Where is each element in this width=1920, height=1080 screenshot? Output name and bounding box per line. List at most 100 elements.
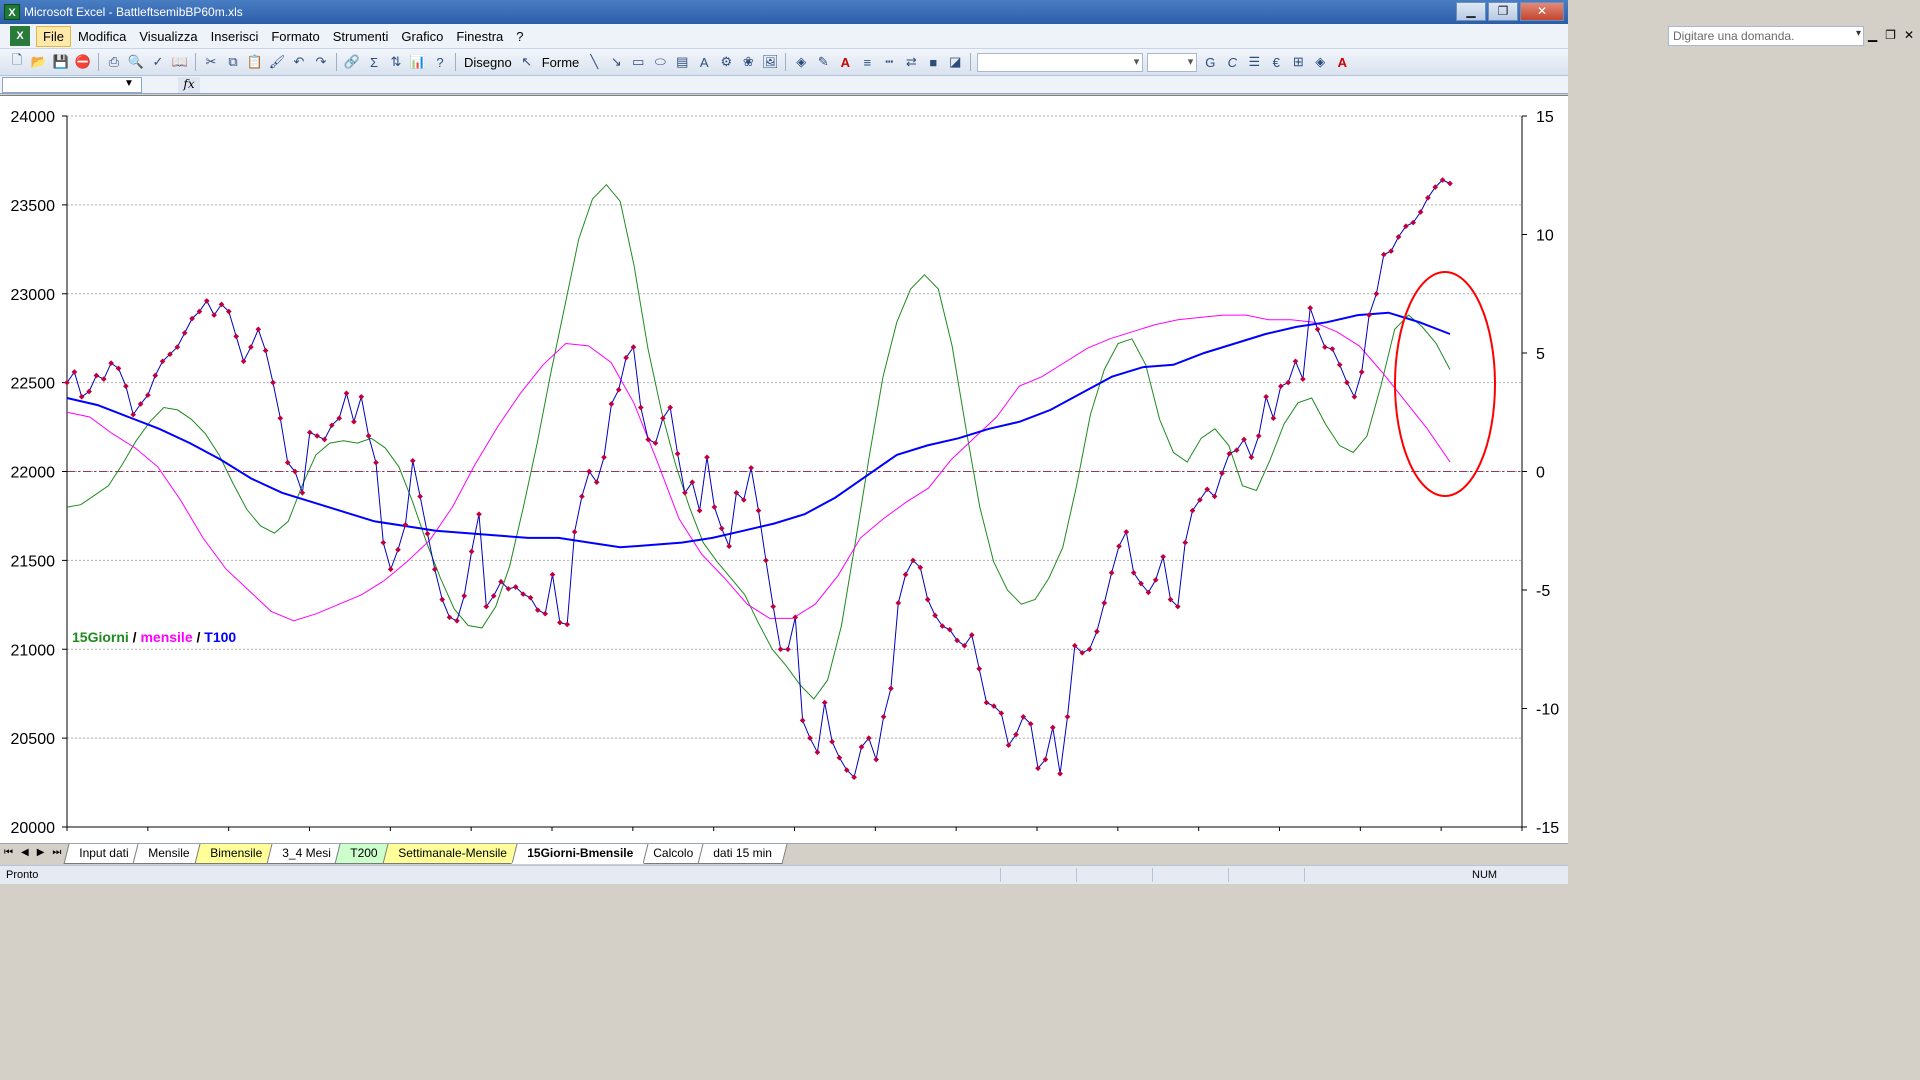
italic-button[interactable]: C	[1222, 52, 1242, 72]
sheet-tab-dati-15-min[interactable]: dati 15 min	[697, 844, 787, 864]
open-icon[interactable]: 📂	[29, 52, 49, 72]
oval-icon[interactable]: ⬭	[650, 52, 670, 72]
sheet-tab-label: 15Giorni-Bmensile	[526, 846, 633, 860]
line-color-icon[interactable]: ✎	[813, 52, 833, 72]
status-cell	[1304, 868, 1380, 882]
window-title: Microsoft Excel - BattleftsemibBP60m.xls	[24, 5, 243, 19]
left-tick-label: 21000	[11, 642, 56, 659]
chart-legend: 15Giorni / mensile / T100	[72, 629, 236, 645]
paste-icon[interactable]: 📋	[245, 52, 265, 72]
menu-visualizza[interactable]: Visualizza	[133, 27, 203, 46]
dash-style-icon[interactable]: ┅	[879, 52, 899, 72]
arrow-icon[interactable]: ↘	[606, 52, 626, 72]
price-point	[637, 404, 644, 411]
font-size-combo[interactable]	[1147, 52, 1198, 72]
price-point	[1086, 646, 1093, 653]
clipart-icon[interactable]: ❀	[738, 52, 758, 72]
hyperlink-icon[interactable]: 🔗	[342, 52, 362, 72]
menu-formato[interactable]: Formato	[265, 27, 325, 46]
left-tick-label: 22500	[11, 376, 56, 393]
minimize-icon[interactable]: ▁	[1456, 2, 1486, 21]
price-point	[1329, 346, 1336, 352]
undo-icon[interactable]: ↶	[289, 52, 309, 72]
workbook-icon[interactable]: X	[10, 26, 30, 46]
price-point	[696, 507, 703, 514]
name-box[interactable]	[2, 77, 142, 93]
picture-icon[interactable]: 🖼	[760, 52, 780, 72]
fill-color-2-icon[interactable]: ◈	[1310, 52, 1330, 72]
doc-restore-icon[interactable]: ❐	[1885, 28, 1896, 42]
spelling-icon[interactable]: ✓	[148, 52, 168, 72]
bold-button[interactable]: G	[1200, 52, 1220, 72]
print-icon[interactable]: ⎙	[104, 52, 124, 72]
price-point	[748, 465, 754, 471]
menu-strumenti[interactable]: Strumenti	[327, 27, 395, 46]
redo-icon[interactable]: ↷	[311, 52, 331, 72]
line-icon[interactable]: ╲	[584, 52, 604, 72]
chart[interactable]: 20000 20500 21000 21500 22000 22500 23000 23500…	[0, 96, 1568, 844]
font-name-combo[interactable]	[977, 52, 1144, 72]
price-point	[630, 344, 637, 350]
menu-finestra[interactable]: Finestra	[450, 27, 509, 46]
price-point	[152, 372, 159, 379]
chevron-down-icon[interactable]: ▾	[1856, 28, 1861, 39]
rectangle-icon[interactable]: ▭	[628, 52, 648, 72]
borders-icon[interactable]: ⊞	[1288, 52, 1308, 72]
insert-function-button[interactable]: fx	[178, 77, 200, 93]
permission-icon[interactable]: ⛔	[73, 52, 93, 72]
sheet-tab-settimanale-mensile[interactable]: Settimanale-Mensile	[382, 844, 523, 864]
chevron-down-icon[interactable]: ▼	[124, 78, 134, 89]
next-sheet-icon[interactable]: ▶	[37, 847, 45, 858]
sheet-tab-15giorni-bmensile[interactable]: 15Giorni-Bmensile	[511, 844, 649, 864]
left-tick-label: 21500	[11, 553, 56, 570]
format-painter-icon[interactable]: 🖌	[267, 52, 287, 72]
autosum-icon[interactable]: Σ	[364, 52, 384, 72]
3d-icon[interactable]: ◪	[945, 52, 965, 72]
menu-file[interactable]: File	[36, 25, 71, 47]
prev-sheet-icon[interactable]: ◀	[21, 847, 29, 858]
new-icon[interactable]: 🗋	[7, 52, 27, 72]
research-icon[interactable]: 📖	[170, 52, 190, 72]
ask-question-input[interactable]: Digitare una domanda. ▾	[1668, 26, 1864, 46]
save-icon[interactable]: 💾	[51, 52, 71, 72]
menu-modifica[interactable]: Modifica	[72, 27, 132, 46]
diagram-icon[interactable]: ⚙	[716, 52, 736, 72]
help-icon[interactable]: ?	[430, 52, 450, 72]
close-icon[interactable]: ✕	[1520, 2, 1564, 21]
textbox-icon[interactable]: ▤	[672, 52, 692, 72]
last-sheet-icon[interactable]: ⏭	[52, 847, 61, 858]
menu-help[interactable]: ?	[510, 27, 529, 46]
wordart-icon[interactable]: A	[694, 52, 714, 72]
font-color-icon[interactable]: A	[835, 52, 855, 72]
cut-icon[interactable]: ✂	[201, 52, 221, 72]
align-icon[interactable]: ☰	[1244, 52, 1264, 72]
doc-close-icon[interactable]: ✕	[1904, 28, 1914, 42]
print-preview-icon[interactable]: 🔍	[126, 52, 146, 72]
legend-sep-2: /	[193, 629, 205, 645]
sheet-tab-bimensile[interactable]: Bimensile	[194, 844, 278, 864]
sheet-tab-3-4-mesi[interactable]: 3_4 Mesi	[266, 844, 346, 864]
chart-sheet[interactable]: 20000 20500 21000 21500 22000 22500 23000 23500…	[0, 95, 1568, 843]
fill-color-icon[interactable]: ◈	[791, 52, 811, 72]
drawing-menu[interactable]: Disegno	[464, 55, 512, 70]
euro-button[interactable]: €	[1266, 52, 1286, 72]
excel-icon[interactable]: X	[4, 4, 20, 20]
price-point	[1152, 577, 1159, 583]
chart-wizard-icon[interactable]: 📊	[408, 52, 428, 72]
price-point	[240, 358, 247, 365]
menu-inserisci[interactable]: Inserisci	[205, 27, 265, 46]
menu-grafico[interactable]: Grafico	[395, 27, 449, 46]
autoshapes-menu[interactable]: Forme	[542, 55, 580, 70]
select-objects-icon[interactable]: ↖	[517, 52, 537, 72]
first-sheet-icon[interactable]: ⏮	[4, 847, 13, 858]
font-color-2-icon[interactable]: A	[1332, 52, 1352, 72]
copy-icon[interactable]: ⧉	[223, 52, 243, 72]
shadow-icon[interactable]: ■	[923, 52, 943, 72]
restore-icon[interactable]: ❐	[1488, 2, 1518, 21]
line-style-icon[interactable]: ≡	[857, 52, 877, 72]
sheet-tab-label: Calcolo	[652, 846, 693, 860]
arrow-style-icon[interactable]: ⇄	[901, 52, 921, 72]
sort-icon[interactable]: ⇅	[386, 52, 406, 72]
sheet-tab-input-dati[interactable]: Input dati	[63, 844, 144, 864]
doc-minimize-icon[interactable]: ▁	[1868, 28, 1877, 42]
